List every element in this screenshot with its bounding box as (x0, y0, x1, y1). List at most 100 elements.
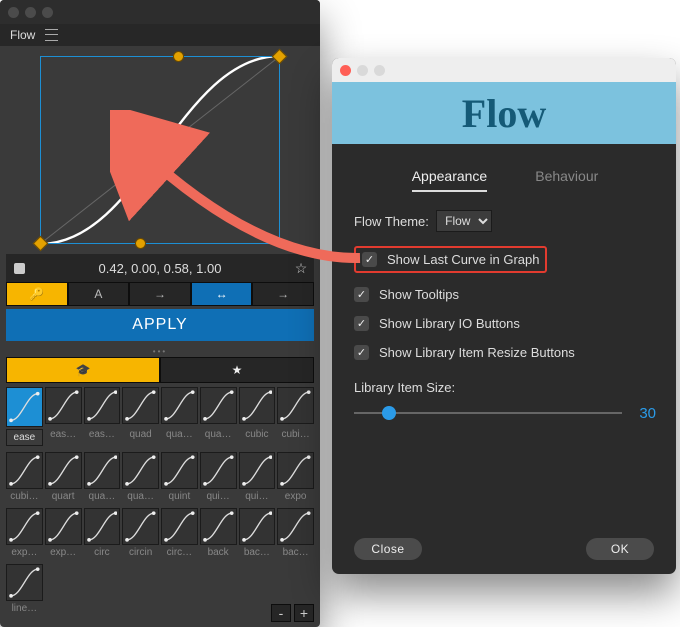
library-item[interactable] (122, 452, 159, 489)
library-item[interactable] (6, 508, 43, 545)
theme-label: Flow Theme: (354, 214, 429, 229)
theme-row: Flow Theme: Flow (354, 210, 656, 232)
window-titlebar (0, 0, 320, 24)
flow-panel: Flow (0, 0, 320, 627)
favorite-toggle-icon[interactable]: ☆ (288, 260, 314, 277)
library-item-label: circ… (161, 547, 198, 558)
library-item[interactable] (161, 508, 198, 545)
library-item-label: exp… (45, 547, 82, 558)
library-item[interactable] (122, 387, 159, 424)
checkbox-resize-buttons[interactable]: ✓ (354, 345, 369, 360)
library-item[interactable] (84, 508, 121, 545)
library-item-label: qui… (239, 491, 276, 502)
dialog-titlebar (332, 58, 676, 82)
panel-drag-handle-icon[interactable]: ••• (6, 347, 314, 357)
slider-value: 30 (639, 405, 656, 422)
library-item[interactable] (277, 387, 314, 424)
dialog-close-icon[interactable] (340, 65, 351, 76)
library-tab-presets[interactable]: 🎓 (6, 357, 160, 383)
library-item-label: bac… (277, 547, 314, 558)
library-size-slider[interactable]: 30 (354, 403, 656, 423)
check-last-curve-row: ✓ Show Last Curve in Graph (354, 246, 656, 273)
dialog-max-icon (374, 65, 385, 76)
bezier-values[interactable]: 0.42, 0.00, 0.58, 1.00 (32, 261, 288, 276)
library-item-label: cubi… (6, 491, 43, 502)
checkbox-io-buttons[interactable]: ✓ (354, 316, 369, 331)
library-item-label: circin (122, 547, 159, 558)
library-item[interactable] (277, 508, 314, 545)
library-item-label: circ (84, 547, 121, 558)
apply-button[interactable]: APPLY (6, 309, 314, 341)
theme-select[interactable]: Flow (436, 210, 492, 232)
library-item[interactable] (6, 564, 43, 601)
library-item[interactable] (277, 452, 314, 489)
library-item[interactable] (239, 387, 276, 424)
library-item[interactable] (84, 452, 121, 489)
panel-menu-icon[interactable] (45, 29, 58, 41)
bezier-values-row: 0.42, 0.00, 0.58, 1.00 ☆ (6, 254, 314, 282)
library-item-label: quart (45, 491, 82, 502)
checkbox-tooltips-label: Show Tooltips (379, 287, 459, 302)
library-item[interactable] (6, 452, 43, 489)
star-icon: ★ (232, 363, 243, 377)
ok-button[interactable]: OK (586, 538, 654, 560)
curve-editor[interactable] (40, 56, 280, 244)
library-item[interactable] (84, 387, 121, 424)
library-zoom-in-button[interactable]: + (294, 604, 314, 622)
library-tabs: 🎓 ★ (6, 357, 314, 383)
library-item-label: cubi… (277, 429, 314, 446)
library-item-label: eas… (84, 429, 121, 446)
mode-arrow-c-button[interactable]: → (252, 282, 314, 306)
library-item[interactable] (45, 508, 82, 545)
checkbox-resize-buttons-label: Show Library Item Resize Buttons (379, 345, 575, 360)
flow-logo: Flow (462, 90, 546, 137)
library-item-label: cubic (239, 429, 276, 446)
library-resize-buttons: - + (271, 604, 314, 622)
library-item-label: back (200, 547, 237, 558)
checkbox-tooltips[interactable]: ✓ (354, 287, 369, 302)
swatch-icon[interactable] (6, 255, 32, 281)
traffic-light-max[interactable] (42, 7, 53, 18)
library-item[interactable] (239, 508, 276, 545)
curve-handle-1[interactable] (135, 238, 146, 249)
traffic-light-min[interactable] (25, 7, 36, 18)
library-item[interactable] (122, 508, 159, 545)
library-item-label: quad (122, 429, 159, 446)
checkbox-last-curve[interactable]: ✓ (362, 252, 377, 267)
panel-title: Flow (10, 28, 35, 42)
library-item-label: quint (161, 491, 198, 502)
library-grid: easeeas…eas…quadqua…qua…cubiccubi…cubi…q… (0, 387, 320, 614)
panel-header: Flow (0, 24, 320, 46)
mode-arrow-b-button[interactable]: ↔ (191, 282, 253, 306)
library-item[interactable] (45, 452, 82, 489)
library-item[interactable] (200, 452, 237, 489)
mode-text-button[interactable]: A (68, 282, 130, 306)
library-item[interactable] (239, 452, 276, 489)
library-item-label: exp… (6, 547, 43, 558)
apply-mode-row: 🔑 A → ↔ → (6, 282, 314, 306)
graduation-cap-icon: 🎓 (76, 363, 91, 377)
library-zoom-out-button[interactable]: - (271, 604, 291, 622)
checkbox-last-curve-label: Show Last Curve in Graph (387, 252, 539, 267)
dialog-banner: Flow (332, 82, 676, 144)
curve-handle-2[interactable] (173, 51, 184, 62)
library-item-label: qua… (84, 491, 121, 502)
library-tab-favorites[interactable]: ★ (160, 357, 314, 383)
traffic-light-close[interactable] (8, 7, 19, 18)
library-item[interactable] (161, 387, 198, 424)
library-item[interactable] (45, 387, 82, 424)
library-item[interactable] (6, 387, 43, 427)
library-item[interactable] (200, 508, 237, 545)
library-item-label: expo (277, 491, 314, 502)
library-item[interactable] (161, 452, 198, 489)
close-button[interactable]: Close (354, 538, 422, 560)
mode-key-button[interactable]: 🔑 (6, 282, 68, 306)
tab-appearance[interactable]: Appearance (412, 168, 488, 192)
library-item-label: qua… (122, 491, 159, 502)
library-item[interactable] (200, 387, 237, 424)
mode-arrow-a-button[interactable]: → (129, 282, 191, 306)
library-item-label: qua… (200, 429, 237, 446)
library-item-label: eas… (45, 429, 82, 446)
library-item-label: qui… (200, 491, 237, 502)
tab-behaviour[interactable]: Behaviour (535, 168, 598, 192)
